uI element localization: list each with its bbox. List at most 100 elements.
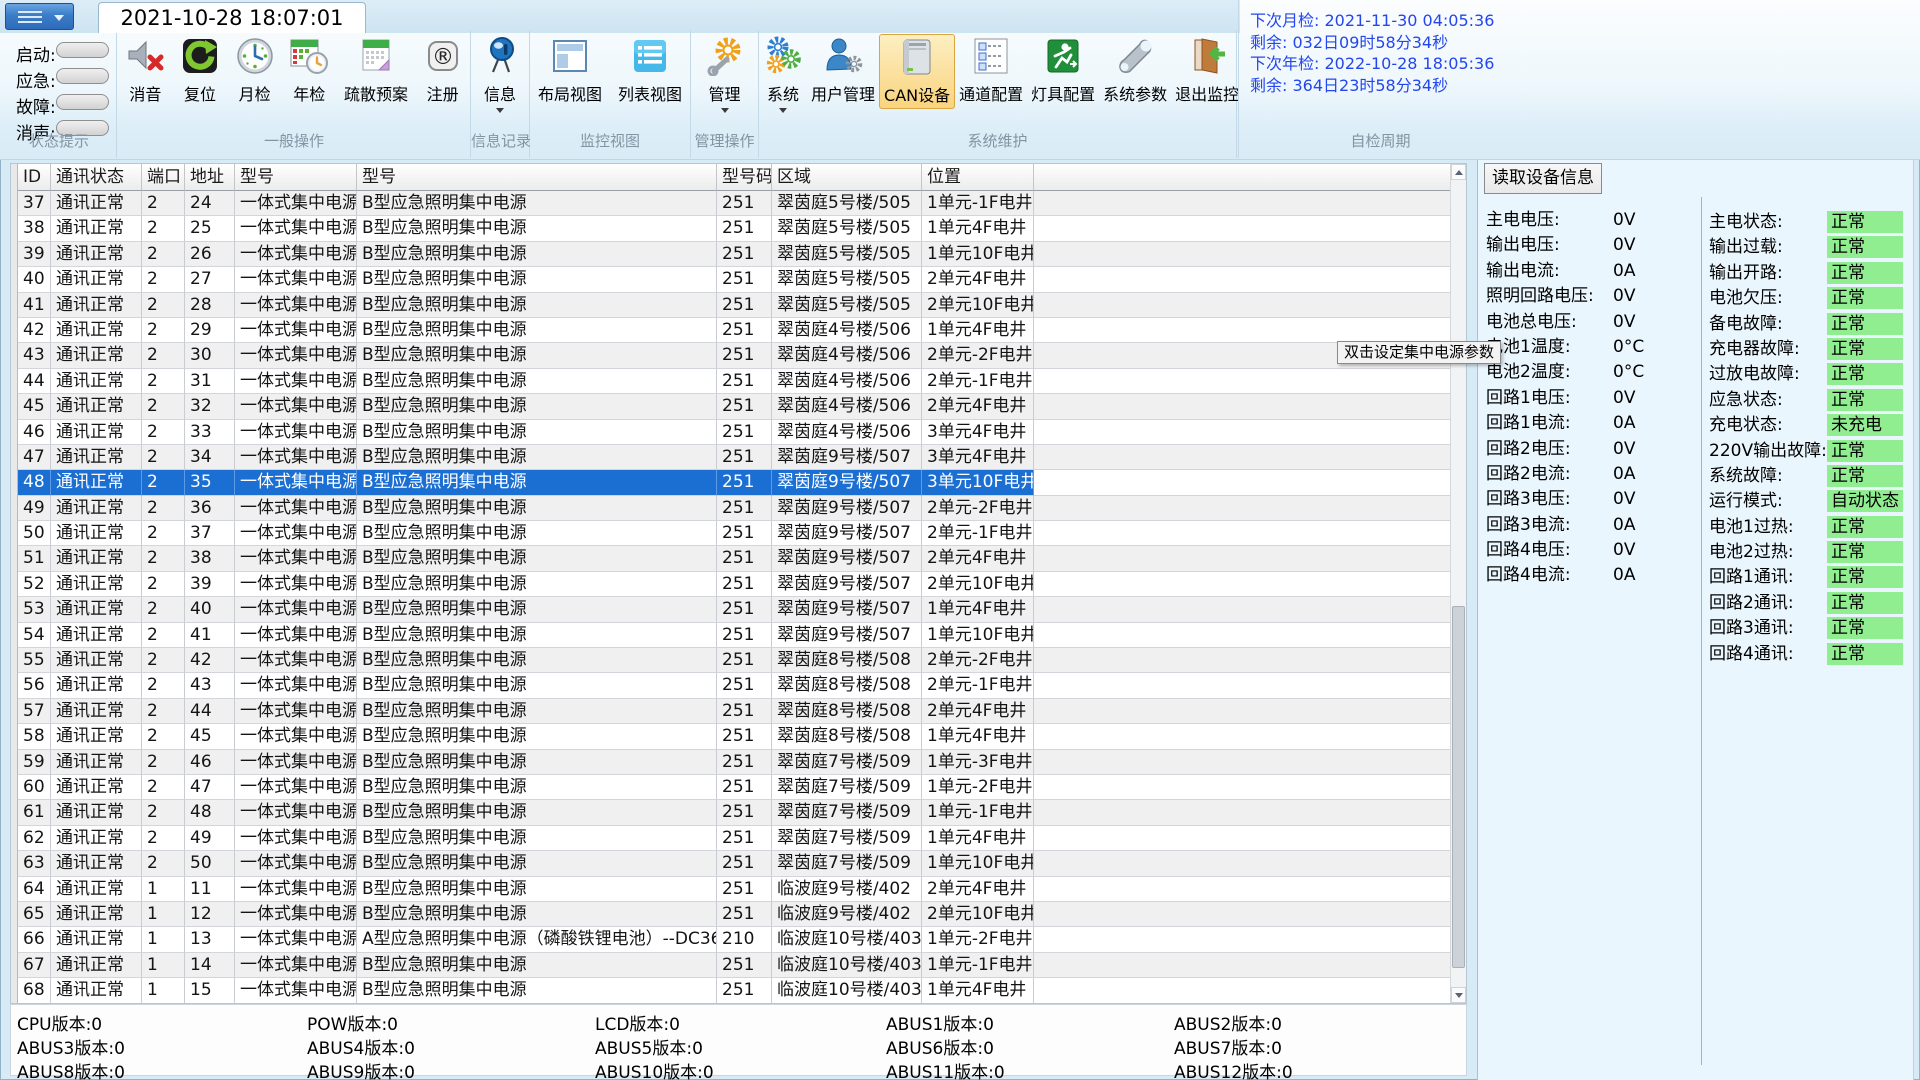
measurement-row: 电池2温度:0°C: [1486, 360, 1696, 385]
measurement-row: 电池总电压:0V: [1486, 310, 1696, 335]
table-row[interactable]: 64通讯正常111一体式集中电源B型应急照明集中电源251临波庭9号楼/4022…: [18, 877, 1450, 902]
table-cell-empty: [1034, 826, 1450, 851]
table-row[interactable]: 52通讯正常239一体式集中电源B型应急照明集中电源251翠茵庭9号楼/5072…: [18, 572, 1450, 597]
exit-monitor-button[interactable]: 退出监控: [1171, 34, 1243, 107]
channel-config-button[interactable]: 通道配置: [955, 34, 1027, 107]
table-cell: 251: [717, 216, 772, 241]
system-button[interactable]: 系统: [759, 34, 807, 115]
table-cell: 翠茵庭5号楼/505: [772, 293, 922, 318]
table-cell-empty: [1034, 699, 1450, 724]
vertical-scrollbar[interactable]: [1450, 164, 1466, 1003]
column-header[interactable]: 通讯状态: [51, 164, 142, 191]
system-params-button[interactable]: 系统参数: [1099, 34, 1171, 107]
main-menu-button[interactable]: [5, 3, 74, 30]
monthly-remaining-text: 剩余: 032日09时58分34秒: [1250, 32, 1494, 54]
table-row-selected[interactable]: 48通讯正常235一体式集中电源B型应急照明集中电源251翠茵庭9号楼/5073…: [18, 470, 1450, 495]
monthly-check-button[interactable]: 月检: [231, 34, 279, 107]
table-cell: 翠茵庭8号楼/508: [772, 648, 922, 673]
column-header[interactable]: 端口: [142, 164, 185, 191]
table-cell: 一体式集中电源: [235, 445, 357, 470]
version-item: ABUS5版本:0: [595, 1034, 703, 1059]
button-label: 用户管理: [811, 81, 875, 105]
table-row[interactable]: 65通讯正常112一体式集中电源B型应急照明集中电源251临波庭9号楼/4022…: [18, 902, 1450, 927]
table-row[interactable]: 60通讯正常247一体式集中电源B型应急照明集中电源251翠茵庭7号楼/5091…: [18, 775, 1450, 800]
column-header[interactable]: 型号: [357, 164, 717, 191]
table-row[interactable]: 59通讯正常246一体式集中电源B型应急照明集中电源251翠茵庭7号楼/5091…: [18, 750, 1450, 775]
datetime-tab[interactable]: 2021-10-28 18:07:01: [98, 2, 366, 33]
table-row[interactable]: 44通讯正常231一体式集中电源B型应急照明集中电源251翠茵庭4号楼/5062…: [18, 369, 1450, 394]
table-row[interactable]: 40通讯正常227一体式集中电源B型应急照明集中电源251翠茵庭5号楼/5052…: [18, 267, 1450, 292]
measurement-value: 0°C: [1613, 335, 1644, 360]
table-row[interactable]: 63通讯正常250一体式集中电源B型应急照明集中电源251翠茵庭7号楼/5091…: [18, 851, 1450, 876]
table-row[interactable]: 38通讯正常225一体式集中电源B型应急照明集中电源251翠茵庭5号楼/5051…: [18, 216, 1450, 241]
lamp-config-button[interactable]: 灯具配置: [1027, 34, 1099, 107]
table-row[interactable]: 46通讯正常233一体式集中电源B型应急照明集中电源251翠茵庭4号楼/5063…: [18, 420, 1450, 445]
group-label: 一般操作: [118, 130, 470, 151]
evacuation-plan-button[interactable]: 疏散预案: [340, 34, 412, 107]
manage-button[interactable]: 管理: [701, 34, 749, 115]
table-cell: B型应急照明集中电源: [357, 267, 717, 292]
table-row[interactable]: 42通讯正常229一体式集中电源B型应急照明集中电源251翠茵庭4号楼/5061…: [18, 318, 1450, 343]
monitor-views-group: 布局视图 列表视图 监控视图: [530, 30, 691, 158]
table-cell: 2: [142, 750, 185, 775]
scrollbar-thumb[interactable]: [1452, 606, 1465, 968]
manage-gear-wrench-icon: [705, 36, 745, 76]
table-cell: 翠茵庭9号楼/507: [772, 470, 922, 495]
table-row[interactable]: 67通讯正常114一体式集中电源B型应急照明集中电源251临波庭10号楼/403…: [18, 953, 1450, 978]
indicator-row-start: 启动:: [16, 41, 56, 61]
column-header[interactable]: 型号码: [717, 164, 772, 191]
status-row: 电池2过热:正常: [1709, 540, 1912, 565]
table-cell: 40: [185, 597, 235, 622]
table-row[interactable]: 39通讯正常226一体式集中电源B型应急照明集中电源251翠茵庭5号楼/5051…: [18, 242, 1450, 267]
table-row[interactable]: 57通讯正常244一体式集中电源B型应急照明集中电源251翠茵庭8号楼/5082…: [18, 699, 1450, 724]
table-cell-empty: [1034, 724, 1450, 749]
lamp-config-icon: [1043, 36, 1083, 76]
table-row[interactable]: 54通讯正常241一体式集中电源B型应急照明集中电源251翠茵庭9号楼/5071…: [18, 623, 1450, 648]
table-row[interactable]: 43通讯正常230一体式集中电源B型应急照明集中电源251翠茵庭4号楼/5062…: [18, 343, 1450, 368]
table-row[interactable]: 62通讯正常249一体式集中电源B型应急照明集中电源251翠茵庭7号楼/5091…: [18, 826, 1450, 851]
column-header[interactable]: 区域: [772, 164, 922, 191]
mute-button[interactable]: 消音: [121, 34, 169, 107]
table-row[interactable]: 68通讯正常115一体式集中电源B型应急照明集中电源251临波庭10号楼/403…: [18, 978, 1450, 1003]
table-row[interactable]: 53通讯正常240一体式集中电源B型应急照明集中电源251翠茵庭9号楼/5071…: [18, 597, 1450, 622]
column-header[interactable]: 位置: [922, 164, 1034, 191]
measurement-label: 照明回路电压:: [1486, 284, 1594, 309]
table-row[interactable]: 58通讯正常245一体式集中电源B型应急照明集中电源251翠茵庭8号楼/5081…: [18, 724, 1450, 749]
column-header[interactable]: 地址: [185, 164, 235, 191]
table-cell: 3单元4F电井: [922, 420, 1034, 445]
user-manage-button[interactable]: 用户管理: [807, 34, 879, 107]
table-row[interactable]: 47通讯正常234一体式集中电源B型应急照明集中电源251翠茵庭9号楼/5073…: [18, 445, 1450, 470]
table-row[interactable]: 45通讯正常232一体式集中电源B型应急照明集中电源251翠茵庭4号楼/5062…: [18, 394, 1450, 419]
table-row[interactable]: 66通讯正常113一体式集中电源A型应急照明集中电源（磷酸铁锂电池）--DC36…: [18, 927, 1450, 952]
scroll-up-arrow[interactable]: [1451, 164, 1466, 180]
table-cell: 1单元-1F电井: [922, 191, 1034, 216]
table-row[interactable]: 56通讯正常243一体式集中电源B型应急照明集中电源251翠茵庭8号楼/5082…: [18, 673, 1450, 698]
table-cell: 一体式集中电源: [235, 902, 357, 927]
table-cell-empty: [1034, 242, 1450, 267]
can-device-button[interactable]: CAN设备: [879, 34, 955, 109]
table-cell: B型应急照明集中电源: [357, 343, 717, 368]
table-row[interactable]: 50通讯正常237一体式集中电源B型应急照明集中电源251翠茵庭9号楼/5072…: [18, 521, 1450, 546]
layout-view-button[interactable]: 布局视图: [534, 34, 606, 107]
column-header[interactable]: [1034, 164, 1450, 191]
table-cell: 251: [717, 445, 772, 470]
table-row[interactable]: 61通讯正常248一体式集中电源B型应急照明集中电源251翠茵庭7号楼/5091…: [18, 800, 1450, 825]
selfcheck-cycle-group: 下次月检: 2021-11-30 04:05:36 剩余: 032日09时58分…: [1238, 0, 1522, 158]
scroll-down-arrow[interactable]: [1451, 987, 1466, 1003]
table-row[interactable]: 51通讯正常238一体式集中电源B型应急照明集中电源251翠茵庭9号楼/5072…: [18, 546, 1450, 571]
annual-check-button[interactable]: 年检: [285, 34, 333, 107]
table-cell: 251: [717, 597, 772, 622]
measurement-row: 回路3电流:0A: [1486, 513, 1696, 538]
list-view-button[interactable]: 列表视图: [614, 34, 686, 107]
read-device-info-button[interactable]: 读取设备信息: [1484, 163, 1602, 194]
table-row[interactable]: 41通讯正常228一体式集中电源B型应急照明集中电源251翠茵庭5号楼/5052…: [18, 293, 1450, 318]
table-row[interactable]: 55通讯正常242一体式集中电源B型应急照明集中电源251翠茵庭8号楼/5082…: [18, 648, 1450, 673]
reset-button[interactable]: 复位: [176, 34, 224, 107]
table-row[interactable]: 49通讯正常236一体式集中电源B型应急照明集中电源251翠茵庭9号楼/5072…: [18, 496, 1450, 521]
table-cell: B型应急照明集中电源: [357, 623, 717, 648]
column-header[interactable]: ID: [18, 164, 51, 191]
column-header[interactable]: 型号: [235, 164, 357, 191]
register-button[interactable]: ® 注册: [419, 34, 467, 107]
table-row[interactable]: 37通讯正常224一体式集中电源B型应急照明集中电源251翠茵庭5号楼/5051…: [18, 191, 1450, 216]
info-button[interactable]: 信息: [476, 34, 524, 115]
